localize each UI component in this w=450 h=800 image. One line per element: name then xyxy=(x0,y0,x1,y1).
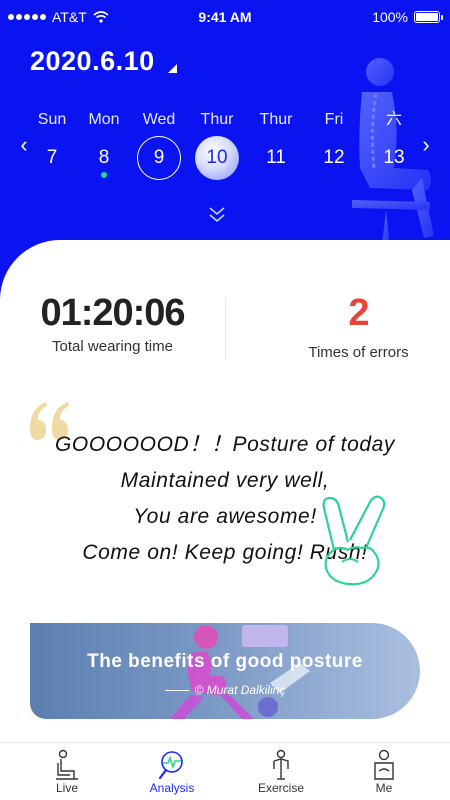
day-number: 7 xyxy=(46,147,58,168)
week-strip: ‹ Sun 7 Mon 8 Wed 9 Thur 10 Thur 11 Fri … xyxy=(0,108,450,188)
tab-exercise[interactable]: Exercise xyxy=(241,749,321,795)
day-wed[interactable]: Wed 9 xyxy=(131,108,187,180)
wearing-time-stat: 01:20:06 Total wearing time xyxy=(0,290,225,355)
day-name: Fri xyxy=(324,111,344,128)
day-number: 13 xyxy=(383,147,405,168)
tab-label: Live xyxy=(55,781,78,795)
day-mon[interactable]: Mon 8 xyxy=(76,108,132,178)
day-name: Mon xyxy=(88,111,120,128)
next-week-arrow-icon[interactable]: › xyxy=(416,132,436,158)
errors-value: 2 xyxy=(348,292,369,334)
bottom-tab-bar: Live Analysis Exercise Me xyxy=(0,742,450,800)
tab-label: Exercise xyxy=(257,781,304,795)
tab-me[interactable]: Me xyxy=(344,749,424,795)
battery-group: 100% xyxy=(372,9,443,25)
date-header: AT&T 9:41 AM 100% 2020.6.10 ‹ Sun 7 Mon … xyxy=(0,0,450,300)
battery-percent: 100% xyxy=(372,9,408,25)
wearing-time-label: Total wearing time xyxy=(52,338,173,355)
day-thur-selected[interactable]: Thur 10 xyxy=(189,108,245,180)
day-thur[interactable]: Thur 11 xyxy=(248,108,304,180)
day-number-selected: 10 xyxy=(195,136,239,180)
victory-hand-icon xyxy=(322,495,386,586)
day-name: Sun xyxy=(37,111,67,128)
errors-stat: 2 Times of errors xyxy=(246,290,450,361)
errors-label: Times of errors xyxy=(308,344,409,361)
day-number: 12 xyxy=(323,147,345,168)
daily-stats: 01:20:06 Total wearing time 2 Times of e… xyxy=(0,290,450,370)
posture-article-banner[interactable]: The benefits of good posture © Murat Dal… xyxy=(30,623,420,719)
wearing-time-value: 01:20:06 xyxy=(40,292,185,334)
day-sun[interactable]: Sun 7 xyxy=(24,108,80,180)
expand-calendar-chevron-icon[interactable] xyxy=(207,206,227,224)
seated-person-icon xyxy=(56,749,78,780)
status-bar: AT&T 9:41 AM 100% xyxy=(0,0,450,34)
message-line: GOOOOOOD！！Posture of today xyxy=(54,433,396,456)
battery-icon xyxy=(414,11,443,23)
day-sat[interactable]: 六 13 xyxy=(366,108,422,180)
day-number: 11 xyxy=(266,147,286,168)
tab-live[interactable]: Live xyxy=(27,749,107,795)
tab-label: Analysis xyxy=(149,781,195,795)
tab-label: Me xyxy=(375,781,393,795)
day-name: Wed xyxy=(142,111,176,128)
tab-analysis[interactable]: Analysis xyxy=(132,749,212,795)
stats-divider xyxy=(225,298,226,360)
selected-date[interactable]: 2020.6.10 xyxy=(30,46,155,77)
day-number-today: 9 xyxy=(137,136,181,180)
day-name: Thur xyxy=(259,111,293,128)
day-fri[interactable]: Fri 12 xyxy=(306,108,362,180)
standing-person-icon xyxy=(273,749,289,780)
analysis-magnifier-icon xyxy=(158,751,183,780)
day-name: 六 xyxy=(385,111,402,128)
date-picker-caret-icon[interactable] xyxy=(168,64,177,73)
day-name: Thur xyxy=(200,111,234,128)
banner-title: The benefits of good posture xyxy=(87,651,363,672)
banner-author: © Murat Dalkilinç xyxy=(30,683,420,697)
profile-icon xyxy=(374,749,394,780)
